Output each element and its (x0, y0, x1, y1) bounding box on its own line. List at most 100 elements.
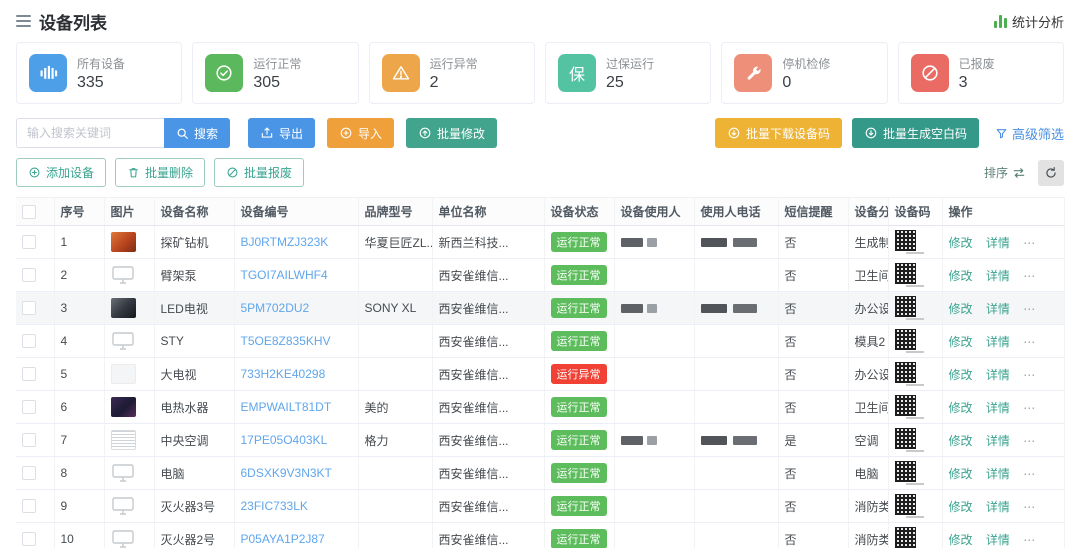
device-code-link[interactable]: T5OE8Z835KHV (241, 334, 331, 348)
more-actions[interactable]: ⋯ (1023, 236, 1036, 250)
qr-code-icon[interactable] (895, 461, 916, 482)
more-actions[interactable]: ⋯ (1023, 368, 1036, 382)
qr-cell (888, 226, 942, 259)
row-checkbox[interactable] (22, 433, 36, 447)
device-user (614, 391, 694, 424)
qr-code-icon[interactable] (895, 494, 916, 515)
more-actions[interactable]: ⋯ (1023, 269, 1036, 283)
device-code-link[interactable]: TGOI7AILWHF4 (241, 268, 328, 282)
qr-cell (888, 457, 942, 490)
edit-link[interactable]: 修改 (949, 401, 973, 415)
qr-code-icon[interactable] (895, 428, 916, 449)
select-all-checkbox[interactable] (22, 205, 36, 219)
row-checkbox[interactable] (22, 268, 36, 282)
more-actions[interactable]: ⋯ (1023, 467, 1036, 481)
scrap-icon (226, 166, 239, 179)
device-code-link[interactable]: 17PE05O403KL (241, 433, 328, 447)
row-checkbox[interactable] (22, 235, 36, 249)
detail-link[interactable]: 详情 (986, 401, 1010, 415)
import-button[interactable]: 导入 (327, 118, 394, 148)
add-device-button[interactable]: 添加设备 (16, 158, 106, 187)
search-button[interactable]: 搜索 (164, 118, 230, 148)
delete-icon (127, 166, 140, 179)
detail-link[interactable]: 详情 (986, 533, 1010, 547)
search-input[interactable] (16, 118, 164, 148)
more-actions[interactable]: ⋯ (1023, 533, 1036, 547)
device-image[interactable] (111, 265, 136, 285)
refresh-button[interactable] (1038, 160, 1064, 186)
edit-link[interactable]: 修改 (949, 533, 973, 547)
edit-link[interactable]: 修改 (949, 500, 973, 514)
device-code-link[interactable]: BJ0RTMZJ323K (241, 235, 329, 249)
batch-delete-button[interactable]: 批量删除 (115, 158, 205, 187)
device-category: 空调 (848, 424, 888, 457)
edit-link[interactable]: 修改 (949, 269, 973, 283)
qr-code-icon[interactable] (895, 230, 916, 251)
batch-edit-button[interactable]: 批量修改 (406, 118, 497, 148)
device-image[interactable] (111, 430, 136, 450)
detail-link[interactable]: 详情 (986, 302, 1010, 316)
status-badge: 运行正常 (551, 331, 607, 351)
batch-scrap-button[interactable]: 批量报废 (214, 158, 304, 187)
device-code-link[interactable]: 23FIC733LK (241, 499, 308, 513)
more-actions[interactable]: ⋯ (1023, 335, 1036, 349)
row-index: 7 (54, 424, 104, 457)
table-row: 5 大电视 733H2KE40298 西安雀维信... 运行异常 否 办公设备 … (16, 358, 1064, 391)
batch-generate-blank-button[interactable]: 批量生成空白码 (852, 118, 979, 148)
row-checkbox[interactable] (22, 466, 36, 480)
detail-link[interactable]: 详情 (986, 368, 1010, 382)
more-actions[interactable]: ⋯ (1023, 401, 1036, 415)
row-checkbox[interactable] (22, 301, 36, 315)
more-actions[interactable]: ⋯ (1023, 500, 1036, 514)
qr-code-icon[interactable] (895, 395, 916, 416)
stat-label: 已报废 (959, 55, 995, 72)
batch-download-codes-button[interactable]: 批量下载设备码 (715, 118, 842, 148)
device-category: 模具2 (848, 325, 888, 358)
device-image[interactable] (111, 298, 136, 318)
device-code-link[interactable]: 6DSXK9V3N3KT (241, 466, 332, 480)
device-code-link[interactable]: 733H2KE40298 (241, 367, 326, 381)
edit-link[interactable]: 修改 (949, 302, 973, 316)
export-button[interactable]: 导出 (248, 118, 315, 148)
edit-link[interactable]: 修改 (949, 335, 973, 349)
device-image[interactable] (111, 397, 136, 417)
stats-analysis-link[interactable]: 统计分析 (994, 12, 1064, 31)
edit-link[interactable]: 修改 (949, 236, 973, 250)
detail-link[interactable]: 详情 (986, 236, 1010, 250)
row-checkbox[interactable] (22, 532, 36, 546)
qr-code-icon[interactable] (895, 362, 916, 383)
edit-link[interactable]: 修改 (949, 434, 973, 448)
edit-link[interactable]: 修改 (949, 467, 973, 481)
more-actions[interactable]: ⋯ (1023, 302, 1036, 316)
device-image[interactable] (111, 331, 136, 351)
row-checkbox[interactable] (22, 499, 36, 513)
row-checkbox[interactable] (22, 334, 36, 348)
detail-link[interactable]: 详情 (986, 434, 1010, 448)
device-code-link[interactable]: 5PM702DU2 (241, 301, 310, 315)
device-user (614, 325, 694, 358)
qr-code-icon[interactable] (895, 527, 916, 548)
device-image[interactable] (111, 496, 136, 516)
qr-code-icon[interactable] (895, 329, 916, 350)
device-name: 灭火器2号 (154, 523, 234, 548)
more-actions[interactable]: ⋯ (1023, 434, 1036, 448)
device-image[interactable] (111, 463, 136, 483)
detail-link[interactable]: 详情 (986, 467, 1010, 481)
detail-link[interactable]: 详情 (986, 500, 1010, 514)
qr-code-icon[interactable] (895, 263, 916, 284)
menu-icon[interactable] (16, 15, 31, 27)
device-image[interactable] (111, 364, 136, 384)
row-checkbox[interactable] (22, 400, 36, 414)
detail-link[interactable]: 详情 (986, 269, 1010, 283)
sort-toggle[interactable]: 排序 (984, 164, 1026, 181)
device-code-link[interactable]: P05AYA1P2J87 (241, 532, 325, 546)
device-image[interactable] (111, 529, 136, 548)
device-image[interactable] (111, 232, 136, 252)
advanced-filter-link[interactable]: 高级筛选 (995, 124, 1064, 143)
device-code-link[interactable]: EMPWAILT81DT (241, 400, 332, 414)
brand-model: 美的 (358, 391, 432, 424)
detail-link[interactable]: 详情 (986, 335, 1010, 349)
qr-code-icon[interactable] (895, 296, 916, 317)
row-checkbox[interactable] (22, 367, 36, 381)
edit-link[interactable]: 修改 (949, 368, 973, 382)
